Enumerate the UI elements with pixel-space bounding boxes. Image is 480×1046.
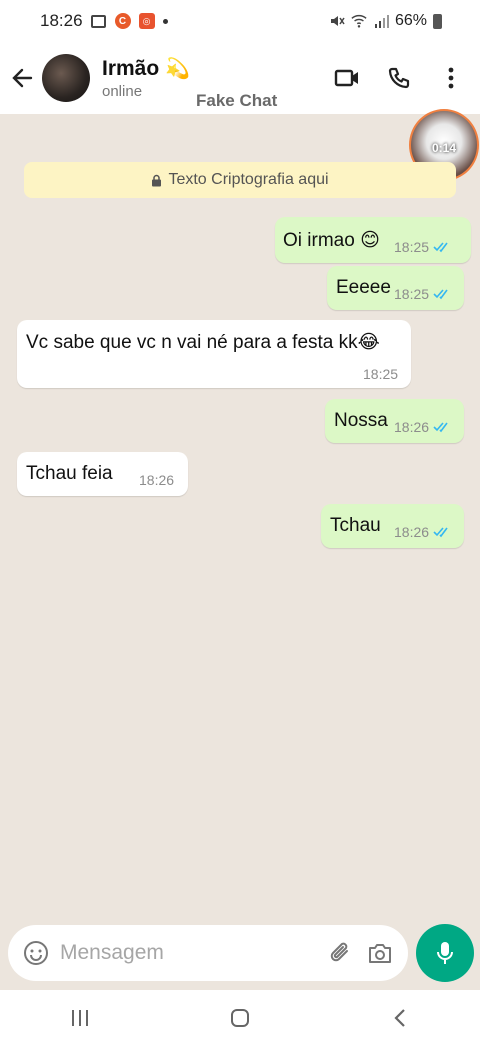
gallery-notification-icon <box>91 13 107 29</box>
double-check-icon <box>433 289 448 300</box>
message-bubble[interactable]: Tchau 18:26 <box>321 504 464 548</box>
contact-info[interactable]: Irmão 💫 online <box>102 56 191 101</box>
recent-apps-icon <box>72 1010 88 1026</box>
contact-name-emoji: 💫 <box>165 58 191 80</box>
mic-button[interactable] <box>416 924 474 982</box>
message-text: Vc sabe que vc n vai né para a festa kk😂 <box>26 332 380 353</box>
message-time: 18:26 <box>139 472 175 488</box>
double-check-icon <box>433 527 448 538</box>
message-bubble[interactable]: Nossa 18:26 <box>325 399 464 443</box>
double-check-icon <box>433 242 448 253</box>
message-text: Tchau feia <box>26 463 113 484</box>
message-time: 18:25 <box>394 286 430 302</box>
emoji-icon <box>24 941 48 965</box>
emoji-button[interactable] <box>22 939 50 967</box>
double-check-icon <box>433 422 448 433</box>
message-input[interactable]: Mensagem <box>60 941 314 965</box>
video-timer: 0:14 <box>431 141 457 155</box>
system-nav-bar <box>0 990 480 1046</box>
back-nav-button[interactable] <box>380 998 420 1038</box>
message-time: 18:25 <box>394 239 430 255</box>
message-time: 18:25 <box>363 366 399 382</box>
back-button[interactable] <box>2 42 42 114</box>
lock-icon <box>152 174 162 186</box>
camera-button[interactable] <box>366 939 394 967</box>
message-text: Eeeee <box>336 277 391 298</box>
video-call-button[interactable] <box>332 63 362 93</box>
message-text: Nossa <box>334 410 388 431</box>
battery-icon <box>433 13 442 29</box>
message-bubble[interactable]: Vc sabe que vc n vai né para a festa kk😂… <box>17 320 411 388</box>
app-notification-icon: C <box>114 13 131 29</box>
message-text: Tchau <box>330 515 381 536</box>
home-button[interactable] <box>220 998 260 1038</box>
signal-icon <box>373 13 389 29</box>
more-vertical-icon <box>448 67 454 89</box>
message-time: 18:26 <box>394 419 430 435</box>
arrow-left-icon <box>12 68 33 88</box>
status-time: 18:26 <box>40 11 83 30</box>
message-text: Oi irmao 😊 <box>283 230 380 251</box>
app2-notification-icon: ◎ <box>138 13 155 29</box>
phone-icon <box>388 67 410 89</box>
avatar[interactable] <box>42 54 90 102</box>
encryption-notice[interactable]: Texto Criptografia aqui <box>24 162 456 198</box>
attach-button[interactable] <box>326 939 354 967</box>
camera-icon <box>369 944 391 963</box>
status-bar: 18:26 C ◎ 66% <box>0 0 480 42</box>
chevron-left-icon <box>394 1009 405 1027</box>
message-composer: Mensagem <box>8 925 408 981</box>
mute-icon <box>329 13 345 29</box>
contact-status: online <box>102 83 143 100</box>
watermark-text: Fake Chat <box>196 91 278 110</box>
battery-percent: 66% <box>394 12 427 29</box>
message-bubble[interactable]: Tchau feia 18:26 <box>17 452 188 496</box>
more-notifications-icon <box>162 18 168 24</box>
message-time: 18:26 <box>394 524 430 540</box>
encryption-notice-text: Texto Criptografia aqui <box>168 171 329 188</box>
message-bubble[interactable]: Oi irmao 😊 18:25 <box>275 217 471 263</box>
voice-call-button[interactable] <box>384 63 414 93</box>
recent-apps-button[interactable] <box>60 998 100 1038</box>
video-camera-icon <box>334 69 358 87</box>
home-icon <box>231 1009 249 1027</box>
contact-name: Irmão <box>102 56 160 80</box>
wifi-icon <box>351 13 367 29</box>
paperclip-icon <box>330 942 348 962</box>
message-bubble[interactable]: Eeeee 18:25 <box>327 266 464 310</box>
menu-button[interactable] <box>436 63 466 93</box>
microphone-icon <box>437 942 453 964</box>
